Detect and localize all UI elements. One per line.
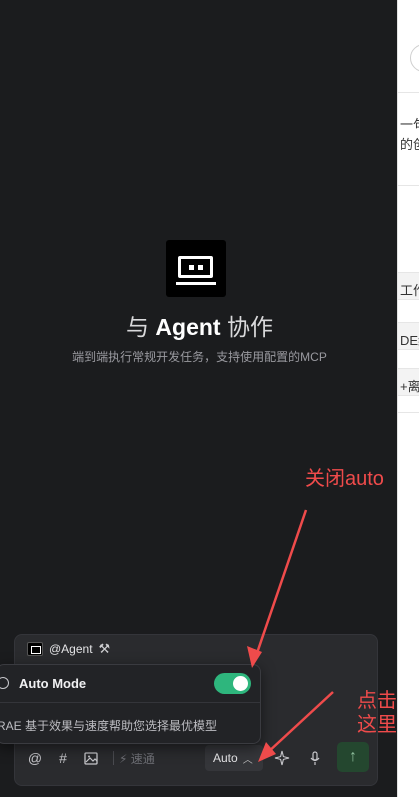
mention-button[interactable]: @ xyxy=(25,745,45,771)
annotation-close-auto: 关闭auto xyxy=(305,468,384,490)
auto-mode-icon xyxy=(0,677,9,689)
auto-mode-label: Auto Mode xyxy=(19,676,87,691)
sparkle-icon xyxy=(274,750,290,766)
divider xyxy=(398,185,419,186)
agent-mention-tag[interactable]: @Agent ⚒ xyxy=(27,641,110,657)
agent-mini-icon xyxy=(27,642,43,656)
page-title: 与 Agent 协作 xyxy=(126,314,273,340)
circle-button-icon[interactable] xyxy=(410,44,419,72)
auto-mode-row: Auto Mode xyxy=(0,665,260,703)
right-text-fragment: DE编 xyxy=(400,333,419,348)
send-button[interactable]: ↑ xyxy=(337,742,369,772)
sparkle-button[interactable] xyxy=(271,745,293,771)
auto-mode-popup: Auto Mode RAE 基于效果与速度帮助您选择最优模型 xyxy=(0,664,261,744)
model-selector-label: Auto xyxy=(213,751,238,765)
divider xyxy=(398,412,419,413)
model-selector-button[interactable]: Auto ︿ xyxy=(205,745,263,771)
auto-mode-description: RAE 基于效果与速度帮助您选择最优模型 xyxy=(0,719,218,733)
annotation-click-here-2: 这里 xyxy=(357,714,397,736)
input-toolbar: @ # ⚡ 速通 Auto ︿ ↑ xyxy=(15,742,377,775)
toggle-knob xyxy=(233,676,248,691)
divider xyxy=(398,92,419,93)
right-text-fragment: 工作 xyxy=(400,283,419,298)
microphone-button[interactable] xyxy=(305,745,325,771)
page-subtitle: 端到端执行常规开发任务，支持使用配置的MCP xyxy=(72,350,327,364)
auto-mode-toggle[interactable] xyxy=(214,673,251,694)
annotation-click-here-1: 点击 xyxy=(357,690,397,712)
chevron-up-icon: ︿ xyxy=(242,754,253,766)
right-text-fragment: 的创 xyxy=(400,137,419,152)
speed-mode-button[interactable]: ⚡ 速通 xyxy=(119,750,155,767)
tools-icon: ⚒ xyxy=(98,641,111,656)
image-upload-button[interactable] xyxy=(81,745,101,771)
agent-tag-label: @Agent xyxy=(49,642,93,656)
image-icon xyxy=(84,751,98,765)
microphone-icon xyxy=(310,750,320,765)
right-text-fragment: 一句 xyxy=(400,117,419,132)
agent-logo-icon xyxy=(166,240,226,297)
hash-button[interactable]: # xyxy=(53,745,73,771)
toolbar-divider xyxy=(113,751,114,765)
agent-panel: 与 Agent 协作 端到端执行常规开发任务，支持使用配置的MCP @Agent… xyxy=(0,0,399,797)
arrow-up-icon: ↑ xyxy=(349,748,357,765)
right-editor-panel: 一句 的创 工作 DE编 +离 xyxy=(397,0,419,797)
right-text-fragment: +离 xyxy=(400,379,419,394)
lightning-icon: ⚡ xyxy=(119,752,128,766)
